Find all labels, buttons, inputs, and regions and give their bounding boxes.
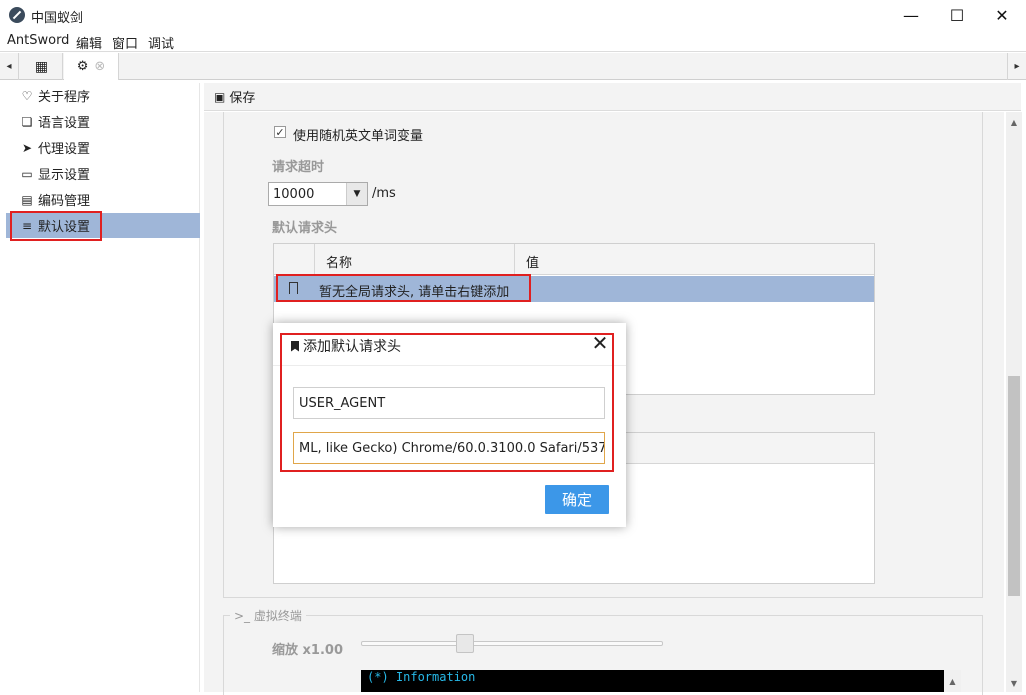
header-value-text: ML, like Gecko) Chrome/60.0.3100.0 Safar… (299, 440, 605, 456)
menu-bar: AntSword 编辑 窗口 调试 (0, 31, 1026, 52)
scroll-down-button[interactable]: ▼ (1006, 675, 1022, 691)
language-icon: ❏ (21, 114, 33, 129)
sidebar-item-proxy[interactable]: ➤ 代理设置 (6, 135, 200, 160)
terminal-line: (*) Information (367, 670, 476, 684)
menu-edit[interactable]: 编辑 (76, 33, 102, 52)
heart-icon: ♡ (21, 88, 33, 103)
headers-section-label: 默认请求头 (272, 221, 338, 236)
sidebar-item-label: 显示设置 (38, 168, 91, 183)
sliders-icon: ≡ (21, 218, 33, 233)
close-tab-icon[interactable]: ⊗ (94, 59, 105, 74)
sidebar-item-defaults[interactable]: ≡ 默认设置 (6, 213, 200, 238)
settings-sidebar: ♡ 关于程序 ❏ 语言设置 ➤ 代理设置 ▭ 显示设置 ▤ 编码管理 ≡ 默认设… (6, 83, 200, 692)
title-bar: 中国蚁剑 — ☐ ✕ (0, 0, 1026, 31)
paper-plane-icon: ➤ (21, 140, 33, 155)
zoom-slider-handle[interactable] (456, 634, 474, 653)
scroll-up-button[interactable]: ▲ (1006, 114, 1022, 130)
timeout-section-label: 请求超时 (272, 160, 325, 175)
save-icon: ▣ (214, 89, 226, 104)
minimize-button[interactable]: — (888, 0, 934, 31)
close-icon[interactable]: ✕ (590, 333, 610, 353)
dialog-title-text: 添加默认请求头 (303, 339, 401, 355)
menu-debug[interactable]: 调试 (148, 33, 174, 52)
table-row[interactable]: 暂无全局请求头, 请单击右键添加 (274, 276, 874, 302)
sidebar-item-language[interactable]: ❏ 语言设置 (6, 109, 200, 134)
sidebar-item-about[interactable]: ♡ 关于程序 (6, 83, 200, 108)
tab-shells[interactable]: ▦ (21, 53, 63, 80)
sidebar-item-encoders[interactable]: ▤ 编码管理 (6, 187, 200, 212)
sidebar-item-label: 编码管理 (38, 194, 91, 209)
window-title: 中国蚁剑 (31, 11, 84, 26)
menu-window[interactable]: 窗口 (112, 33, 138, 52)
terminal-scroll-up-button[interactable]: ▲ (944, 670, 961, 692)
grid-icon: ▦ (34, 58, 49, 75)
tab-scroll-left-button[interactable]: ◂ (0, 53, 19, 80)
bookmark-icon (289, 282, 298, 294)
sidebar-item-label: 代理设置 (38, 142, 91, 157)
timeout-value: 10000 (273, 186, 315, 202)
scrollbar-thumb[interactable] (1008, 376, 1020, 596)
timeout-unit: /ms (372, 186, 396, 201)
bookmark-icon (291, 340, 299, 352)
zoom-slider-track[interactable] (361, 641, 663, 646)
header-name-value: USER_AGENT (299, 395, 386, 411)
header-name-input[interactable]: USER_AGENT (293, 387, 605, 419)
dialog-title: 添加默认请求头 (291, 336, 401, 356)
add-header-dialog: 添加默认请求头 ✕ USER_AGENT ML, like Gecko) Chr… (273, 323, 626, 527)
grid-header: 名称 值 (274, 244, 874, 275)
chevron-down-icon[interactable]: ▼ (346, 183, 367, 205)
terminal-legend: >_ 虚拟终端 (230, 607, 306, 624)
file-code-icon: ▤ (21, 192, 33, 207)
tab-bar: ◂ ▦ ⚙ ⊗ ▸ (0, 53, 1026, 80)
random-var-label: 使用随机英文单词变量 (293, 129, 424, 144)
sidebar-item-display[interactable]: ▭ 显示设置 (6, 161, 200, 186)
sidebar-item-label: 语言设置 (38, 116, 91, 131)
settings-toolbar: ▣ 保存 (204, 83, 1021, 111)
sidebar-item-label: 关于程序 (38, 90, 91, 105)
monitor-icon: ▭ (21, 166, 33, 181)
close-window-button[interactable]: ✕ (979, 0, 1025, 31)
antsword-logo-icon (9, 7, 25, 23)
zoom-label: 缩放 x1.00 (272, 643, 343, 658)
ok-button[interactable]: 确定 (545, 485, 609, 514)
empty-headers-message: 暂无全局请求头, 请单击右键添加 (319, 285, 510, 300)
tab-settings[interactable]: ⚙ ⊗ (64, 53, 119, 80)
terminal-preview: (*) Information (361, 670, 944, 692)
column-header-value[interactable]: 值 (526, 252, 539, 271)
save-button[interactable]: 保存 (229, 87, 255, 106)
random-var-checkbox[interactable]: ✓ (274, 126, 286, 138)
gear-icon: ⚙ (76, 59, 89, 74)
column-header-name[interactable]: 名称 (326, 252, 352, 271)
maximize-button[interactable]: ☐ (934, 0, 980, 31)
dialog-header: 添加默认请求头 ✕ (273, 323, 626, 366)
menu-antsword[interactable]: AntSword (7, 33, 69, 48)
sidebar-item-label: 默认设置 (38, 220, 91, 235)
header-value-input[interactable]: ML, like Gecko) Chrome/60.0.3100.0 Safar… (293, 432, 605, 464)
tab-scroll-right-button[interactable]: ▸ (1007, 53, 1026, 80)
